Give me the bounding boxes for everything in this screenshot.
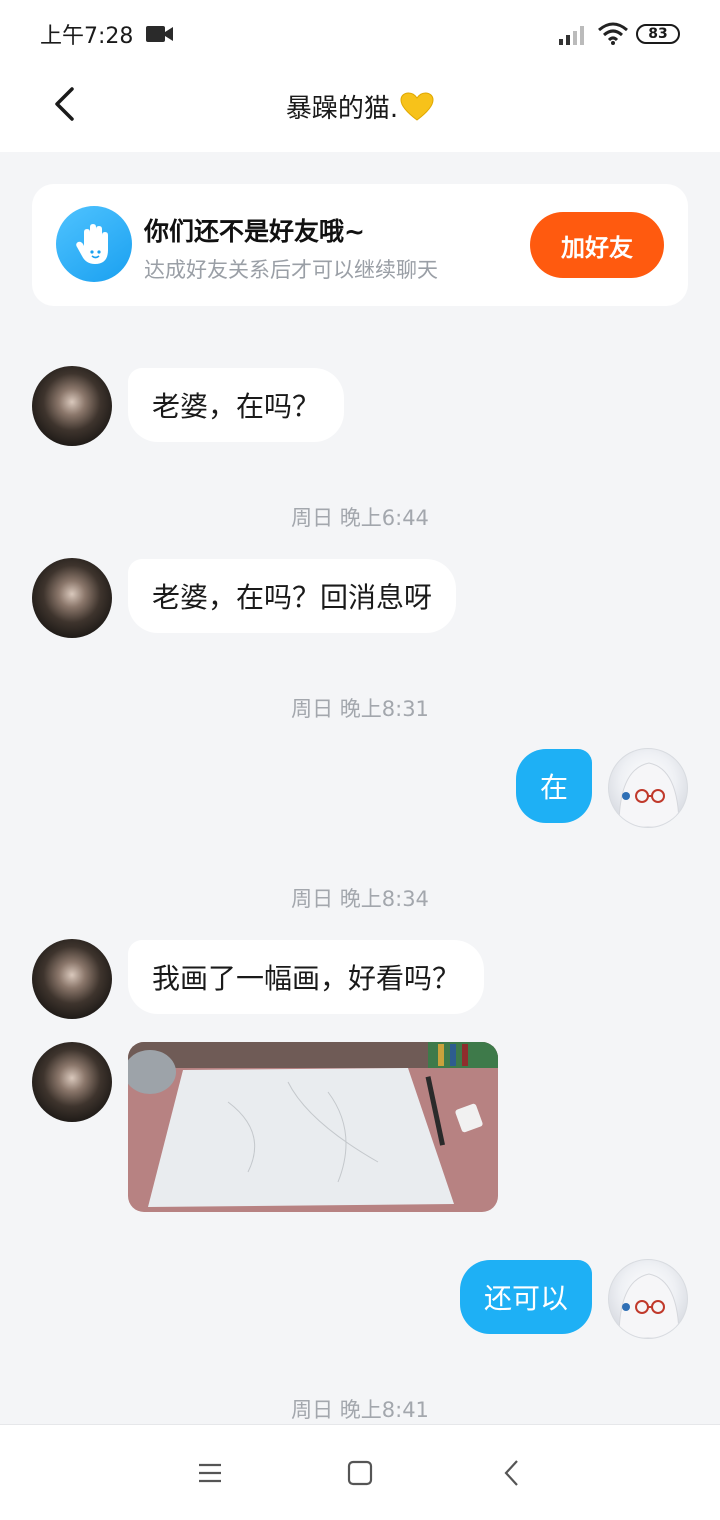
system-nav-bar <box>0 1424 720 1520</box>
contact-avatar[interactable] <box>32 558 112 638</box>
contact-avatar[interactable] <box>32 939 112 1019</box>
notice-title: 你们还不是好友哦~ <box>144 217 365 246</box>
image-message[interactable] <box>128 1042 498 1212</box>
outgoing-message[interactable]: 在 <box>515 749 592 823</box>
incoming-message[interactable]: 我画了一幅画，好看吗？ <box>128 940 485 1014</box>
chat-header: 暴躁的猫. <box>0 68 720 152</box>
video-camera-icon <box>146 24 174 48</box>
chat-title: 暴躁的猫. <box>0 88 720 129</box>
status-time: 上午7:28 <box>40 24 134 49</box>
status-bar: 上午7:28 83 <box>0 0 720 68</box>
home-square-icon[interactable] <box>340 1455 380 1491</box>
message-timestamp: 周日 晚上6:44 <box>291 506 429 530</box>
battery-icon: 83 <box>636 24 680 44</box>
wifi-icon <box>597 22 629 50</box>
incoming-message[interactable]: 老婆，在吗？回消息呀 <box>128 559 457 633</box>
yellow-heart-icon <box>400 92 434 129</box>
incoming-message[interactable]: 老婆，在吗？ <box>128 368 345 442</box>
my-avatar[interactable] <box>608 1259 688 1339</box>
chat-screen: 上午7:28 83 暴躁的猫. 你们还不是好友哦~ 达成好友关系后才可以继续聊天… <box>0 0 720 1520</box>
my-avatar[interactable] <box>608 748 688 828</box>
hand-wave-icon <box>56 206 132 282</box>
message-timestamp: 周日 晚上8:41 <box>291 1398 429 1422</box>
contact-avatar[interactable] <box>32 1042 112 1122</box>
message-timestamp: 周日 晚上8:34 <box>291 887 429 911</box>
notice-subtitle: 达成好友关系后才可以继续聊天 <box>144 258 438 282</box>
not-friends-notice: 你们还不是好友哦~ 达成好友关系后才可以继续聊天 加好友 <box>32 184 688 306</box>
add-friend-button[interactable]: 加好友 <box>530 212 664 278</box>
outgoing-message[interactable]: 还可以 <box>459 1260 592 1334</box>
menu-icon[interactable] <box>190 1455 230 1491</box>
contact-avatar[interactable] <box>32 366 112 446</box>
message-timestamp: 周日 晚上8:31 <box>291 697 429 721</box>
chat-title-text: 暴躁的猫. <box>285 94 399 124</box>
signal-icon <box>558 24 588 50</box>
back-chevron-icon[interactable] <box>492 1455 532 1491</box>
